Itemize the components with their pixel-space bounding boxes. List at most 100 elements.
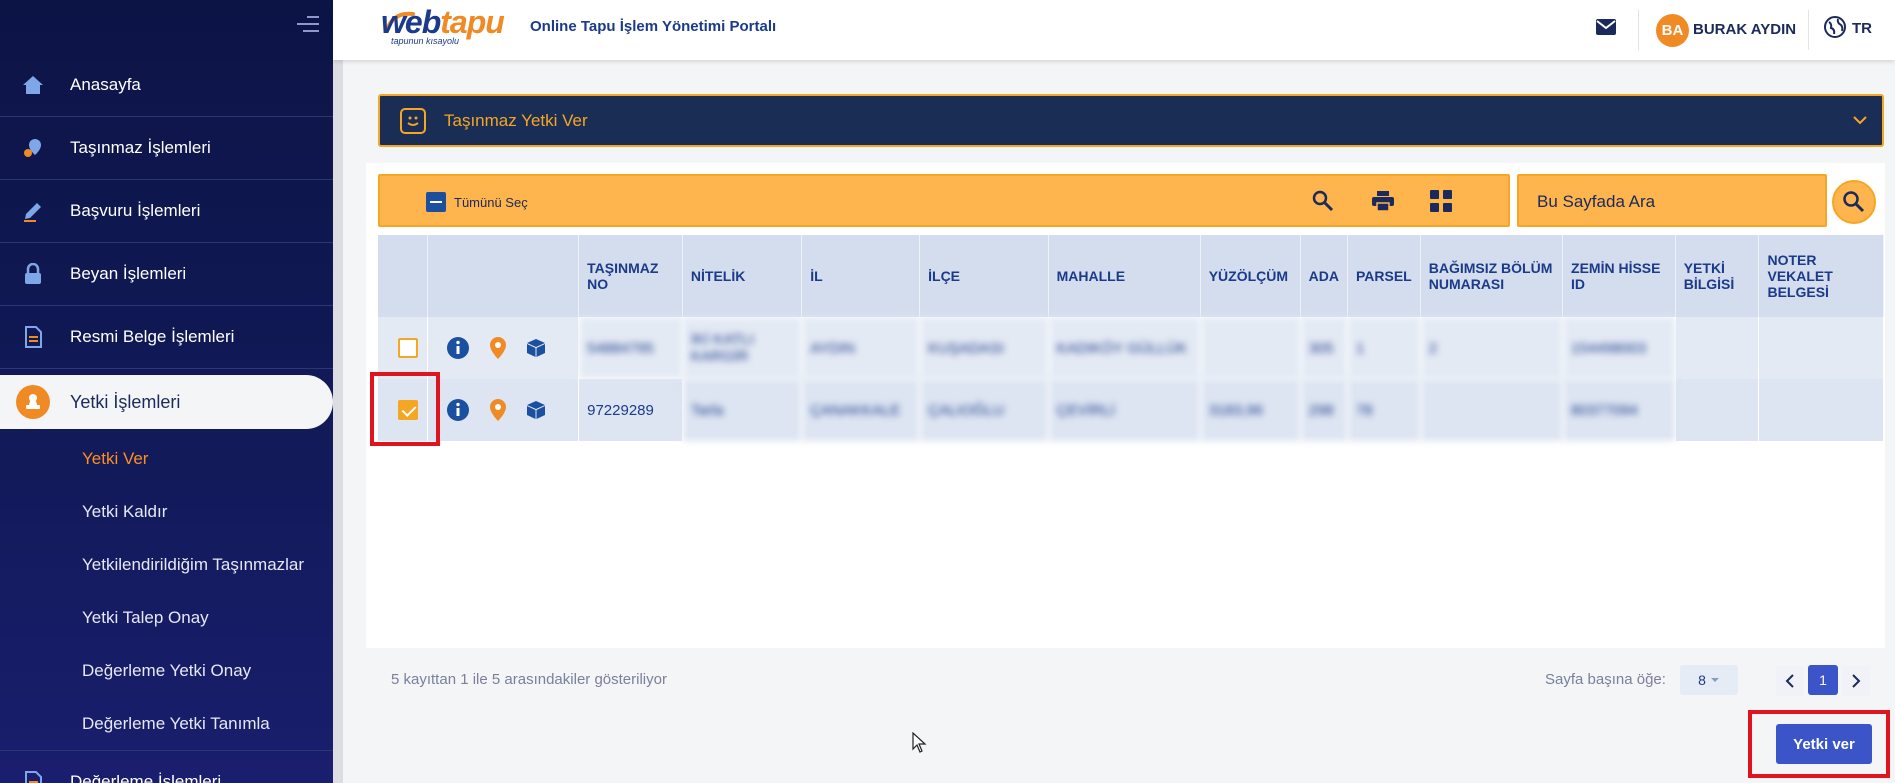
print-icon[interactable]: [1370, 188, 1396, 214]
header-il[interactable]: İL: [801, 235, 921, 317]
page-search-input[interactable]: Bu Sayfada Ara: [1517, 174, 1827, 227]
sidebar-item-degerleme[interactable]: Değerleme İşlemleri: [0, 750, 333, 783]
cell-zemin-hisse: 154498003: [1562, 317, 1676, 379]
submenu-label: Yetki Kaldır: [82, 501, 168, 521]
select-all-checkbox[interactable]: Tümünü Seç: [426, 192, 528, 212]
panel-header-tasinmaz-yetki-ver[interactable]: Taşınmaz Yetki Ver: [378, 94, 1884, 147]
sidebar-item-yetki[interactable]: Yetki İşlemleri: [0, 375, 333, 429]
prev-page-button[interactable]: [1776, 666, 1804, 696]
header-noter[interactable]: NOTER VEKALET BELGESİ: [1758, 235, 1884, 317]
cell-il: ÇANAKKALE: [801, 379, 921, 441]
cell-bagimsiz: [1420, 379, 1564, 441]
sidebar-item-label: Resmi Belge İşlemleri: [70, 327, 235, 346]
cell-parsel: 78: [1347, 379, 1421, 441]
header-ada[interactable]: ADA: [1300, 235, 1348, 317]
menu-toggle-icon[interactable]: [297, 16, 319, 34]
header-divider: [1638, 10, 1639, 50]
submenu-label: Yetki Ver: [82, 448, 149, 468]
lock-icon: [20, 261, 46, 287]
document-icon: [20, 324, 46, 350]
globe-icon[interactable]: [1823, 15, 1847, 39]
header-mahalle[interactable]: MAHALLE: [1048, 235, 1201, 317]
home-icon: [20, 72, 46, 98]
header-divider: [1808, 10, 1809, 50]
cell-parsel: 1: [1347, 317, 1421, 379]
grid-view-icon[interactable]: [1428, 188, 1454, 214]
submenu-degerleme-yetki-onay[interactable]: Değerleme Yetki Onay: [0, 644, 333, 697]
chevron-left-icon: [1785, 674, 1794, 688]
submenu-label: Değerleme Yetki Tanımla: [82, 713, 270, 733]
document-icon: [20, 769, 46, 783]
page-number-button[interactable]: 1: [1808, 665, 1838, 695]
next-page-button[interactable]: [1842, 666, 1870, 696]
sidebar-item-resmi-belge[interactable]: Resmi Belge İşlemleri: [0, 306, 333, 369]
per-page-value: 8: [1698, 672, 1706, 688]
indeterminate-checkbox-icon: [426, 192, 446, 212]
cell-ada: 298: [1300, 379, 1348, 441]
submenu-label: Değerleme Yetki Onay: [82, 660, 252, 680]
cell-nitelik: Tarla: [682, 379, 803, 441]
location-pin-icon: [490, 399, 507, 421]
header-yuzolcum[interactable]: YÜZÖLÇÜM: [1200, 235, 1301, 317]
per-page-label: Sayfa başına öğe:: [1545, 671, 1666, 688]
highlight-selected-checkbox: [370, 372, 440, 446]
header-tasinmaz-no[interactable]: TAŞINMAZ NO: [578, 235, 683, 317]
language-selector[interactable]: TR: [1852, 20, 1872, 37]
header-actions: [427, 235, 580, 317]
submenu-yetkilendirildigim[interactable]: Yetkilendirildiğim Taşınmazlar: [0, 538, 333, 591]
sidebar-scrollbar[interactable]: [333, 0, 343, 783]
sidebar-item-basvuru[interactable]: Başvuru İşlemleri: [0, 180, 333, 243]
search-icon: [1843, 191, 1865, 213]
stamp-icon: [16, 385, 50, 419]
submenu-yetki-ver[interactable]: Yetki Ver: [0, 432, 333, 485]
records-info: 5 kayıttan 1 ile 5 arasındakiler gösteri…: [391, 671, 667, 688]
submenu-yetki-talep-onay[interactable]: Yetki Talep Onay: [0, 591, 333, 644]
cell-noter: [1758, 317, 1884, 379]
sidebar: Anasayfa Taşınmaz İşlemleri Başvuru İşle…: [0, 0, 333, 783]
sidebar-item-label: Anasayfa: [70, 75, 141, 94]
chevron-down-icon[interactable]: [1852, 112, 1868, 128]
table-header-row: TAŞINMAZ NO NİTELİK İL İLÇE MAHALLE YÜZÖ…: [378, 235, 1884, 317]
submenu-label: Yetkilendirildiğim Taşınmazlar: [82, 554, 305, 574]
cell-ilce: ÇALIOĞLU: [919, 379, 1049, 441]
sidebar-item-tasinmaz[interactable]: Taşınmaz İşlemleri: [0, 117, 333, 180]
search-button[interactable]: [1832, 180, 1876, 224]
cell-nitelik: İKİ KATLI KARGİR: [682, 317, 803, 379]
username[interactable]: BURAK AYDIN: [1693, 21, 1796, 38]
header-bagimsiz[interactable]: BAĞIMSIZ BÖLÜM NUMARASI: [1420, 235, 1564, 317]
smile-icon: [400, 108, 426, 134]
cell-yetki-bilgisi: [1675, 379, 1760, 441]
submenu-degerleme-yetki-tanimla[interactable]: Değerleme Yetki Tanımla: [0, 697, 333, 750]
cell-mahalle: KADIKÖY GÜLLÜK: [1048, 317, 1201, 379]
location-pin-icon: [490, 337, 507, 359]
yetki-ver-button[interactable]: Yetki ver: [1776, 724, 1872, 764]
header-ilce[interactable]: İLÇE: [919, 235, 1049, 317]
header-zemin-hisse[interactable]: ZEMİN HİSSE ID: [1562, 235, 1676, 317]
mail-icon[interactable]: [1595, 18, 1617, 36]
sidebar-item-label: Yetki İşlemleri: [70, 391, 181, 412]
avatar[interactable]: BA: [1656, 14, 1689, 47]
sidebar-item-beyan[interactable]: Beyan İşlemleri: [0, 243, 333, 306]
cell-tasinmaz-no: 97229289: [578, 379, 683, 441]
cell-yuzolcum: 3183,96: [1200, 379, 1301, 441]
submenu-yetki-kaldir[interactable]: Yetki Kaldır: [0, 485, 333, 538]
search-icon[interactable]: [1310, 188, 1336, 214]
panel-title: Taşınmaz Yetki Ver: [444, 111, 588, 130]
cube-icon: [527, 339, 546, 357]
table-row[interactable]: 54884795 İKİ KATLI KARGİR AYDIN KUŞADASI…: [378, 317, 1884, 379]
row-checkbox[interactable]: [398, 338, 418, 358]
header-yetki-bilgisi[interactable]: YETKİ BİLGİSİ: [1675, 235, 1760, 317]
info-icon: [447, 337, 470, 359]
caret-down-icon: [1710, 678, 1719, 682]
portal-title: Online Tapu İşlem Yönetimi Portalı: [530, 18, 777, 35]
cell-mahalle: ÇEVİRLİ: [1048, 379, 1201, 441]
table-row[interactable]: 97229289 Tarla ÇANAKKALE ÇALIOĞLU ÇEVİRL…: [378, 379, 1884, 441]
header-nitelik[interactable]: NİTELİK: [682, 235, 803, 317]
mouse-cursor-icon: [912, 731, 928, 754]
per-page-select[interactable]: 8: [1680, 665, 1738, 695]
sidebar-item-anasayfa[interactable]: Anasayfa: [0, 54, 333, 117]
header-parsel[interactable]: PARSEL: [1347, 235, 1421, 317]
cell-ada: 305: [1300, 317, 1348, 379]
cell-yetki-bilgisi: [1675, 317, 1760, 379]
cell-zemin-hisse: 80377094: [1562, 379, 1676, 441]
